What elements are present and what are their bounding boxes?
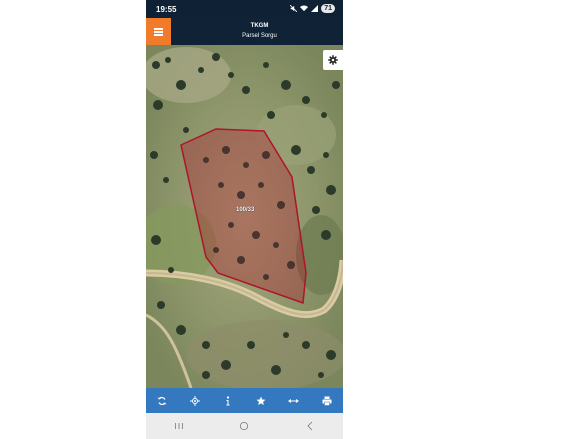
back-icon [307, 421, 313, 431]
refresh-button[interactable] [152, 391, 172, 411]
system-nav-bar [146, 413, 343, 439]
battery-icon: 71 [321, 4, 335, 13]
print-button[interactable] [317, 391, 337, 411]
home-button[interactable] [229, 416, 259, 436]
back-button[interactable] [295, 416, 325, 436]
star-icon [256, 396, 266, 405]
wifi-icon [300, 5, 309, 12]
app-subtitle: Parsel Sorgu [242, 33, 277, 39]
recent-apps-button[interactable] [164, 416, 194, 436]
bottom-toolbar [146, 388, 343, 413]
parcel-label: 100/33 [236, 207, 255, 213]
refresh-icon [157, 396, 167, 405]
signal-icon [311, 5, 319, 12]
recent-apps-icon [174, 423, 183, 429]
info-button[interactable] [218, 391, 238, 411]
measure-button[interactable] [284, 391, 304, 411]
status-icons: 71 [290, 4, 335, 13]
map-imagery [146, 45, 343, 388]
info-icon [226, 395, 230, 405]
app-header: TKGM Parsel Sorgu [146, 18, 343, 45]
menu-button[interactable] [146, 18, 171, 45]
mute-icon [290, 5, 298, 12]
measure-icon [288, 398, 300, 403]
home-icon [240, 422, 249, 430]
favorite-button[interactable] [251, 391, 271, 411]
status-time: 19:55 [156, 5, 177, 14]
status-bar: 19:55 71 [146, 0, 343, 18]
settings-button[interactable] [323, 50, 343, 70]
app-title: TKGM [250, 23, 269, 29]
gear-icon [328, 55, 338, 65]
hamburger-icon [154, 28, 163, 36]
locate-button[interactable] [185, 391, 205, 411]
print-icon [322, 396, 332, 406]
locate-icon [190, 395, 201, 406]
phone-screen: 19:55 71 TKGM Parsel Sorgu 100/33 [146, 0, 343, 439]
satellite-map[interactable]: 100/33 [146, 45, 343, 388]
